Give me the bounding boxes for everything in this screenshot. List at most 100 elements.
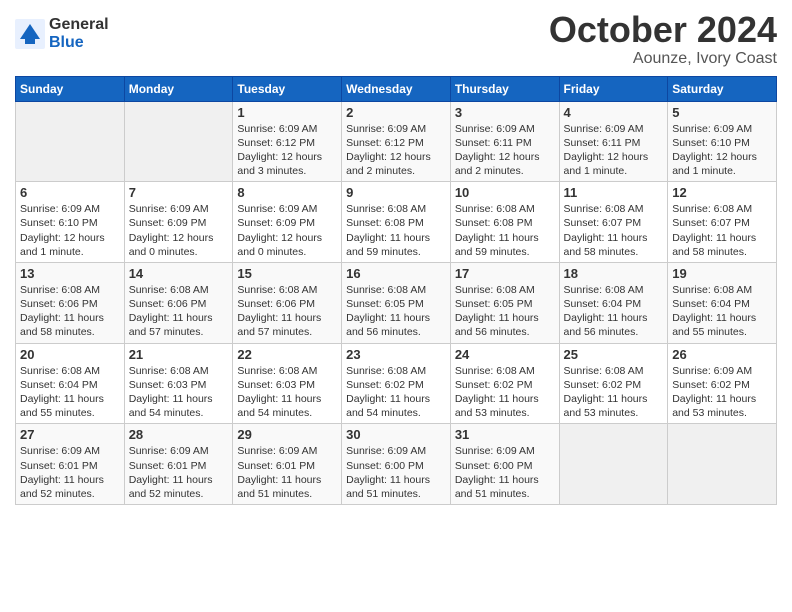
day-info: Sunrise: 6:09 AM Sunset: 6:10 PM Dayligh…	[672, 122, 772, 179]
day-cell: 23 Sunrise: 6:08 AM Sunset: 6:02 PM Dayli…	[342, 343, 451, 424]
header-wednesday: Wednesday	[342, 76, 451, 101]
day-info: Sunrise: 6:08 AM Sunset: 6:06 PM Dayligh…	[237, 283, 337, 340]
day-info: Sunrise: 6:08 AM Sunset: 6:03 PM Dayligh…	[237, 364, 337, 421]
day-number: 20	[20, 347, 120, 362]
day-cell: 12 Sunrise: 6:08 AM Sunset: 6:07 PM Dayli…	[668, 182, 777, 263]
month-title: October 2024	[549, 10, 777, 50]
day-info: Sunrise: 6:08 AM Sunset: 6:04 PM Dayligh…	[20, 364, 120, 421]
logo-icon	[15, 19, 45, 49]
week-row-1: 6Sunrise: 6:09 AM Sunset: 6:10 PM Daylig…	[16, 182, 777, 263]
day-info: Sunrise: 6:08 AM Sunset: 6:02 PM Dayligh…	[346, 364, 446, 421]
day-info: Sunrise: 6:09 AM Sunset: 6:12 PM Dayligh…	[346, 122, 446, 179]
header-friday: Friday	[559, 76, 668, 101]
weekday-header-row: Sunday Monday Tuesday Wednesday Thursday…	[16, 76, 777, 101]
logo: General Blue	[15, 16, 109, 51]
day-number: 7	[129, 185, 229, 200]
day-cell: 7 Sunrise: 6:09 AM Sunset: 6:09 PM Daylig…	[124, 182, 233, 263]
day-cell: 16 Sunrise: 6:08 AM Sunset: 6:05 PM Dayli…	[342, 262, 451, 343]
day-info: Sunrise: 6:08 AM Sunset: 6:08 PM Dayligh…	[455, 202, 555, 259]
day-cell: 10 Sunrise: 6:08 AM Sunset: 6:08 PM Dayli…	[450, 182, 559, 263]
day-number: 9	[346, 185, 446, 200]
calendar-body: 1 Sunrise: 6:09 AM Sunset: 6:12 PM Daylig…	[16, 101, 777, 504]
day-number: 25	[564, 347, 664, 362]
day-info: Sunrise: 6:09 AM Sunset: 6:01 PM Dayligh…	[129, 444, 229, 501]
day-cell: 14 Sunrise: 6:08 AM Sunset: 6:06 PM Dayli…	[124, 262, 233, 343]
day-number: 5	[672, 105, 772, 120]
day-info: Sunrise: 6:08 AM Sunset: 6:05 PM Dayligh…	[346, 283, 446, 340]
day-number: 10	[455, 185, 555, 200]
day-number: 21	[129, 347, 229, 362]
day-number: 26	[672, 347, 772, 362]
header-sunday: Sunday	[16, 76, 125, 101]
day-cell	[16, 101, 125, 182]
week-row-2: 13 Sunrise: 6:08 AM Sunset: 6:06 PM Dayli…	[16, 262, 777, 343]
calendar-table: Sunday Monday Tuesday Wednesday Thursday…	[15, 76, 777, 505]
day-number: 16	[346, 266, 446, 281]
day-info: Sunrise: 6:08 AM Sunset: 6:05 PM Dayligh…	[455, 283, 555, 340]
calendar-header: Sunday Monday Tuesday Wednesday Thursday…	[16, 76, 777, 101]
day-number: 3	[455, 105, 555, 120]
day-info: Sunrise: 6:09 AM Sunset: 6:11 PM Dayligh…	[564, 122, 664, 179]
day-number: 30	[346, 427, 446, 442]
day-cell: 1 Sunrise: 6:09 AM Sunset: 6:12 PM Daylig…	[233, 101, 342, 182]
day-number: 13	[20, 266, 120, 281]
day-cell: 27 Sunrise: 6:09 AM Sunset: 6:01 PM Dayli…	[16, 424, 125, 505]
day-info: Sunrise: 6:09 AM Sunset: 6:12 PM Dayligh…	[237, 122, 337, 179]
day-number: 2	[346, 105, 446, 120]
day-cell: 30 Sunrise: 6:09 AM Sunset: 6:00 PM Dayli…	[342, 424, 451, 505]
day-cell: 31Sunrise: 6:09 AM Sunset: 6:00 PM Dayli…	[450, 424, 559, 505]
day-cell: 25 Sunrise: 6:08 AM Sunset: 6:02 PM Dayli…	[559, 343, 668, 424]
week-row-3: 20 Sunrise: 6:08 AM Sunset: 6:04 PM Dayli…	[16, 343, 777, 424]
day-number: 27	[20, 427, 120, 442]
day-number: 22	[237, 347, 337, 362]
day-info: Sunrise: 6:08 AM Sunset: 6:07 PM Dayligh…	[672, 202, 772, 259]
day-info: Sunrise: 6:09 AM Sunset: 6:01 PM Dayligh…	[237, 444, 337, 501]
logo-text: General Blue	[49, 16, 109, 51]
day-number: 12	[672, 185, 772, 200]
header: General Blue October 2024 Aounze, Ivory …	[15, 10, 777, 68]
day-info: Sunrise: 6:08 AM Sunset: 6:07 PM Dayligh…	[564, 202, 664, 259]
day-cell: 17 Sunrise: 6:08 AM Sunset: 6:05 PM Dayli…	[450, 262, 559, 343]
day-cell	[668, 424, 777, 505]
day-number: 29	[237, 427, 337, 442]
day-cell: 26 Sunrise: 6:09 AM Sunset: 6:02 PM Dayli…	[668, 343, 777, 424]
day-info: Sunrise: 6:08 AM Sunset: 6:04 PM Dayligh…	[672, 283, 772, 340]
day-number: 17	[455, 266, 555, 281]
day-cell: 3 Sunrise: 6:09 AM Sunset: 6:11 PM Daylig…	[450, 101, 559, 182]
day-info: Sunrise: 6:09 AM Sunset: 6:11 PM Dayligh…	[455, 122, 555, 179]
logo-blue-label: Blue	[49, 34, 109, 52]
day-cell: 15 Sunrise: 6:08 AM Sunset: 6:06 PM Dayli…	[233, 262, 342, 343]
location-label: Aounze, Ivory Coast	[549, 50, 777, 68]
day-number: 14	[129, 266, 229, 281]
day-number: 18	[564, 266, 664, 281]
day-number: 24	[455, 347, 555, 362]
day-cell: 5 Sunrise: 6:09 AM Sunset: 6:10 PM Daylig…	[668, 101, 777, 182]
day-info: Sunrise: 6:08 AM Sunset: 6:08 PM Dayligh…	[346, 202, 446, 259]
day-number: 23	[346, 347, 446, 362]
day-info: Sunrise: 6:09 AM Sunset: 6:01 PM Dayligh…	[20, 444, 120, 501]
day-info: Sunrise: 6:08 AM Sunset: 6:06 PM Dayligh…	[129, 283, 229, 340]
day-number: 1	[237, 105, 337, 120]
day-cell: 2 Sunrise: 6:09 AM Sunset: 6:12 PM Daylig…	[342, 101, 451, 182]
day-cell: 13Sunrise: 6:08 AM Sunset: 6:06 PM Dayli…	[16, 262, 125, 343]
day-number: 4	[564, 105, 664, 120]
day-info: Sunrise: 6:09 AM Sunset: 6:00 PM Dayligh…	[346, 444, 446, 501]
day-number: 31	[455, 427, 555, 442]
day-info: Sunrise: 6:09 AM Sunset: 6:02 PM Dayligh…	[672, 364, 772, 421]
day-info: Sunrise: 6:08 AM Sunset: 6:02 PM Dayligh…	[455, 364, 555, 421]
day-info: Sunrise: 6:08 AM Sunset: 6:02 PM Dayligh…	[564, 364, 664, 421]
day-cell: 11Sunrise: 6:08 AM Sunset: 6:07 PM Dayli…	[559, 182, 668, 263]
day-cell: 18Sunrise: 6:08 AM Sunset: 6:04 PM Dayli…	[559, 262, 668, 343]
day-cell: 29 Sunrise: 6:09 AM Sunset: 6:01 PM Dayli…	[233, 424, 342, 505]
day-number: 8	[237, 185, 337, 200]
day-cell	[559, 424, 668, 505]
logo-general-label: General	[49, 16, 109, 34]
day-cell: 8Sunrise: 6:09 AM Sunset: 6:09 PM Daylig…	[233, 182, 342, 263]
calendar-page: General Blue October 2024 Aounze, Ivory …	[0, 0, 792, 612]
day-info: Sunrise: 6:09 AM Sunset: 6:09 PM Dayligh…	[129, 202, 229, 259]
day-number: 28	[129, 427, 229, 442]
day-cell: 21Sunrise: 6:08 AM Sunset: 6:03 PM Dayli…	[124, 343, 233, 424]
header-monday: Monday	[124, 76, 233, 101]
day-info: Sunrise: 6:09 AM Sunset: 6:10 PM Dayligh…	[20, 202, 120, 259]
day-number: 15	[237, 266, 337, 281]
